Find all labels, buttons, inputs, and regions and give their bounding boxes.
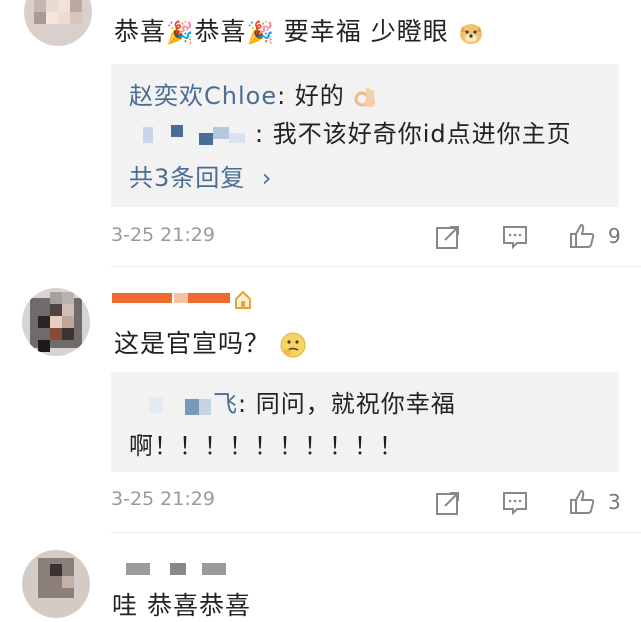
reply-sep: :: [277, 82, 295, 110]
chevron-right-icon: ›: [261, 164, 273, 192]
comment-text: 这是官宣吗？: [114, 324, 307, 360]
party-popper-icon: 🎉: [166, 20, 195, 46]
reply-text: 我不该好奇你id点进你主页: [272, 120, 572, 148]
reply-text: 同问，就祝你幸福: [255, 390, 456, 418]
reply-box: 赵奕欢Chloe: 好的 : 我不该好奇你id点进你主页 共3条回复 ›: [111, 64, 619, 207]
comment-icon[interactable]: [502, 490, 528, 516]
reply-author[interactable]: [149, 393, 213, 417]
member-badge-icon: [235, 290, 251, 309]
ok-hand-icon: [354, 88, 376, 107]
like-count: 3: [608, 490, 621, 514]
avatar[interactable]: [24, 0, 92, 46]
reply-sep: :: [255, 120, 273, 148]
reply-author[interactable]: [125, 123, 255, 147]
reply-2: : 我不该好奇你id点进你主页: [125, 114, 572, 149]
share-icon[interactable]: [435, 490, 461, 516]
username[interactable]: [126, 563, 236, 577]
reply-1: 赵奕欢Chloe: 好的: [129, 76, 377, 111]
more-replies-label: 共3条回复: [129, 164, 246, 192]
comment-text-body: 这是官宣吗？: [114, 329, 271, 358]
reply-author[interactable]: 赵奕欢Chloe: [129, 82, 277, 110]
comment-time: 3-25 21:29: [111, 488, 215, 510]
more-replies-link[interactable]: 共3条回复 ›: [129, 158, 273, 193]
reply-sep: :: [238, 390, 256, 418]
avatar[interactable]: [22, 288, 90, 356]
username[interactable]: [112, 291, 230, 305]
divider: [111, 266, 641, 267]
comment-text: 恭喜🎉恭喜🎉 要幸福 少瞪眼: [114, 12, 484, 48]
avatar[interactable]: [22, 550, 90, 618]
comment-text-part-1: 恭喜: [114, 17, 167, 46]
divider: [111, 532, 641, 533]
comment-text: 哇 恭喜恭喜: [112, 591, 251, 620]
party-popper-icon: 🎉: [246, 20, 275, 46]
comment-text-part-3: 要幸福 少瞪眼: [274, 17, 449, 46]
reply-box: 飞: 同问，就祝你幸福 啊！！！！！！！！！！: [111, 372, 619, 472]
like-count: 9: [608, 224, 621, 248]
like-icon[interactable]: [568, 222, 596, 250]
reply-1: 飞: 同问，就祝你幸福: [149, 384, 456, 419]
comment-text-part-2: 恭喜: [194, 17, 247, 46]
comment-icon[interactable]: [502, 224, 528, 250]
reply-author-suffix[interactable]: 飞: [213, 390, 238, 418]
like-icon[interactable]: [568, 488, 596, 516]
doge-icon: [459, 24, 482, 44]
comment-time: 3-25 21:29: [111, 224, 215, 246]
thinking-emoji-icon: [280, 332, 306, 358]
reply-text: 好的: [294, 82, 345, 110]
share-icon[interactable]: [435, 224, 461, 250]
reply-1-continued: 啊！！！！！！！！！！: [129, 432, 404, 460]
